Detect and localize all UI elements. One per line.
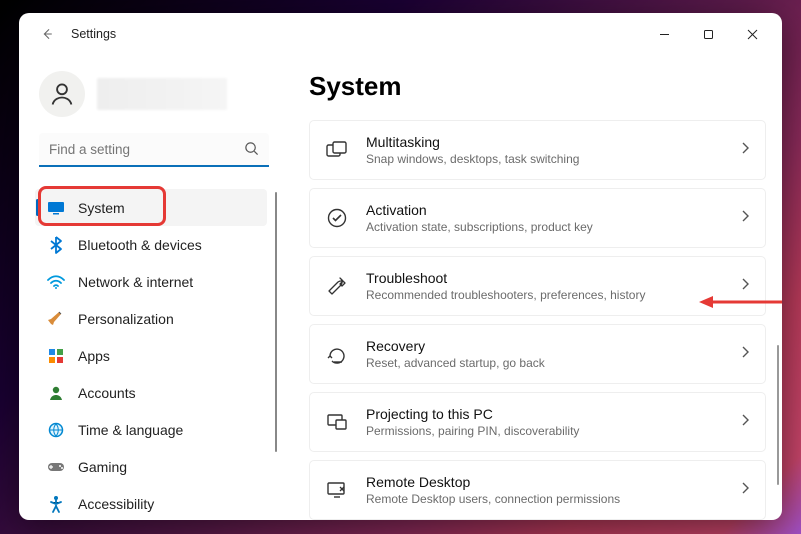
nav-list: System Bluetooth & devices Network & int… <box>29 189 279 520</box>
search-icon <box>244 141 259 161</box>
sidebar-item-bluetooth[interactable]: Bluetooth & devices <box>35 226 267 263</box>
sidebar-item-label: Accounts <box>78 385 136 401</box>
accessibility-icon <box>47 495 65 513</box>
recovery-icon <box>326 343 348 365</box>
maximize-icon <box>703 29 714 40</box>
profile-name-redacted <box>97 78 227 110</box>
sidebar-item-network[interactable]: Network & internet <box>35 263 267 300</box>
sidebar-item-label: System <box>78 200 125 216</box>
brush-icon <box>47 310 65 328</box>
titlebar: Settings <box>19 13 782 55</box>
bluetooth-icon <box>47 236 65 254</box>
card-recovery[interactable]: Recovery Reset, advanced startup, go bac… <box>309 324 766 384</box>
close-icon <box>747 29 758 40</box>
person-icon <box>47 384 65 402</box>
projecting-icon <box>326 411 348 433</box>
card-subtitle: Snap windows, desktops, task switching <box>366 152 723 166</box>
wrench-icon <box>326 275 348 297</box>
sidebar-item-label: Accessibility <box>78 496 154 512</box>
wifi-icon <box>47 273 65 291</box>
card-title: Troubleshoot <box>366 270 723 286</box>
minimize-button[interactable] <box>642 18 686 50</box>
sidebar-item-apps[interactable]: Apps <box>35 337 267 374</box>
search-input[interactable] <box>39 133 269 167</box>
card-title: Projecting to this PC <box>366 406 723 422</box>
remote-desktop-icon <box>326 479 348 501</box>
back-button[interactable] <box>33 20 61 48</box>
card-activation[interactable]: Activation Activation state, subscriptio… <box>309 188 766 248</box>
chevron-right-icon <box>741 345 749 363</box>
maximize-button[interactable] <box>686 18 730 50</box>
card-subtitle: Remote Desktop users, connection permiss… <box>366 492 723 506</box>
chevron-right-icon <box>741 277 749 295</box>
app-title: Settings <box>71 27 116 41</box>
sidebar-item-label: Apps <box>78 348 110 364</box>
main-scrollbar[interactable] <box>777 345 779 485</box>
multitasking-icon <box>326 139 348 161</box>
sidebar-item-personalization[interactable]: Personalization <box>35 300 267 337</box>
card-title: Activation <box>366 202 723 218</box>
chevron-right-icon <box>741 141 749 159</box>
sidebar-item-accessibility[interactable]: Accessibility <box>35 485 267 520</box>
sidebar-scrollbar[interactable] <box>275 192 277 452</box>
minimize-icon <box>659 29 670 40</box>
sidebar-item-gaming[interactable]: Gaming <box>35 448 267 485</box>
user-icon <box>48 80 76 108</box>
sidebar-item-system[interactable]: System <box>35 189 267 226</box>
main-panel: System Multitasking Snap windows, deskto… <box>279 55 782 520</box>
page-title: System <box>309 71 766 102</box>
arrow-left-icon <box>40 27 54 41</box>
sidebar-item-label: Personalization <box>78 311 174 327</box>
window-controls <box>642 18 774 50</box>
card-troubleshoot[interactable]: Troubleshoot Recommended troubleshooters… <box>309 256 766 316</box>
sidebar-item-label: Network & internet <box>78 274 193 290</box>
close-button[interactable] <box>730 18 774 50</box>
card-remote-desktop[interactable]: Remote Desktop Remote Desktop users, con… <box>309 460 766 520</box>
settings-window: Settings <box>19 13 782 520</box>
card-projecting[interactable]: Projecting to this PC Permissions, pairi… <box>309 392 766 452</box>
display-icon <box>47 199 65 217</box>
sidebar-item-label: Bluetooth & devices <box>78 237 202 253</box>
chevron-right-icon <box>741 481 749 499</box>
sidebar: System Bluetooth & devices Network & int… <box>19 55 279 520</box>
gamepad-icon <box>47 458 65 476</box>
sidebar-item-accounts[interactable]: Accounts <box>35 374 267 411</box>
chevron-right-icon <box>741 209 749 227</box>
card-subtitle: Permissions, pairing PIN, discoverabilit… <box>366 424 723 438</box>
card-title: Remote Desktop <box>366 474 723 490</box>
globe-icon <box>47 421 65 439</box>
avatar <box>39 71 85 117</box>
profile-section[interactable] <box>29 65 279 131</box>
apps-icon <box>47 347 65 365</box>
card-title: Recovery <box>366 338 723 354</box>
sidebar-item-time-language[interactable]: Time & language <box>35 411 267 448</box>
chevron-right-icon <box>741 413 749 431</box>
card-multitasking[interactable]: Multitasking Snap windows, desktops, tas… <box>309 120 766 180</box>
sidebar-item-label: Time & language <box>78 422 183 438</box>
sidebar-item-label: Gaming <box>78 459 127 475</box>
card-subtitle: Recommended troubleshooters, preferences… <box>366 288 723 302</box>
search-box <box>39 133 269 167</box>
card-subtitle: Activation state, subscriptions, product… <box>366 220 723 234</box>
card-subtitle: Reset, advanced startup, go back <box>366 356 723 370</box>
card-title: Multitasking <box>366 134 723 150</box>
checkmark-circle-icon <box>326 207 348 229</box>
